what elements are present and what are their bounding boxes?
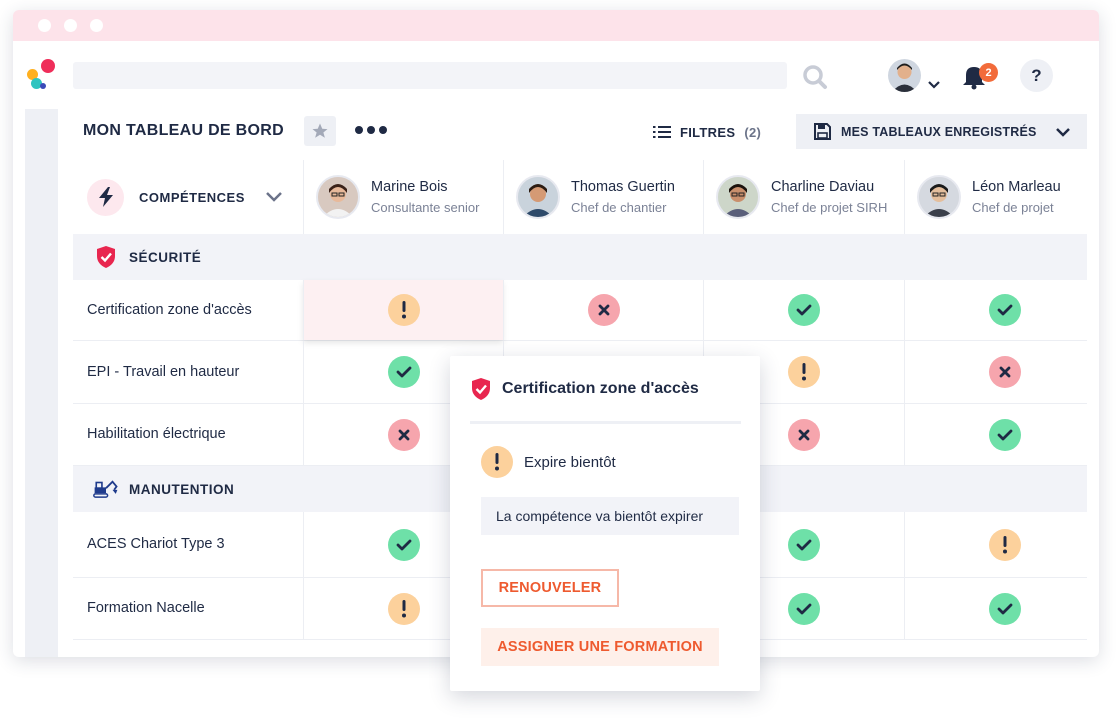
person-name: Thomas Guertin <box>571 179 675 195</box>
warning-icon <box>387 592 420 625</box>
person-column-header[interactable]: Charline Daviau Chef de projet SIRH <box>703 160 903 234</box>
skill-cell[interactable] <box>904 578 1099 639</box>
section-label: MANUTENTION <box>129 481 235 497</box>
bolt-icon <box>87 178 124 216</box>
check-icon <box>787 528 820 561</box>
warning-icon <box>988 528 1021 561</box>
skill-detail-popover: Certification zone d'accès Expire bientô… <box>450 356 760 691</box>
skill-name[interactable]: Formation Nacelle <box>87 600 205 616</box>
search-icon[interactable] <box>801 63 829 91</box>
check-icon <box>787 294 820 326</box>
section-label: SÉCURITÉ <box>129 249 202 265</box>
popover-header: Certification zone d'accès <box>470 356 741 424</box>
title-bar <box>13 10 1099 41</box>
skill-cell[interactable] <box>303 280 503 340</box>
renew-button[interactable]: RENOUVELER <box>481 569 619 607</box>
popover-status: Expire bientôt <box>481 446 616 478</box>
warning-icon <box>787 356 820 388</box>
person-name: Léon Marleau <box>972 179 1061 195</box>
assign-training-button[interactable]: ASSIGNER UNE FORMATION <box>481 628 719 666</box>
skills-matrix: COMPÉTENCES Marine Bois Consultante senio… <box>73 160 1087 640</box>
skill-name[interactable]: ACES Chariot Type 3 <box>87 536 225 552</box>
person-role: Chef de chantier <box>571 200 667 215</box>
cross-icon <box>988 356 1021 388</box>
warning-icon <box>481 446 513 478</box>
person-column-header[interactable]: Léon Marleau Chef de projet <box>904 160 1099 234</box>
person-column-header[interactable]: Thomas Guertin Chef de chantier <box>503 160 703 234</box>
left-sidebar <box>25 109 58 657</box>
cross-icon <box>787 418 820 451</box>
cross-icon <box>587 294 620 326</box>
section-header[interactable]: SÉCURITÉ <box>73 234 1087 280</box>
skills-column-header[interactable]: COMPÉTENCES <box>73 160 303 234</box>
filters-label: FILTRES <box>680 124 736 140</box>
check-icon <box>988 294 1021 326</box>
check-icon <box>988 418 1021 451</box>
skill-name[interactable]: Habilitation électrique <box>87 426 226 442</box>
filters-count: (2) <box>744 124 762 140</box>
skill-cell[interactable] <box>904 341 1099 403</box>
avatar <box>516 175 560 219</box>
chevron-down-icon[interactable] <box>265 191 283 202</box>
top-bar: 2 ? <box>13 41 1099 109</box>
avatar <box>316 175 360 219</box>
person-role: Chef de projet SIRH <box>771 200 888 215</box>
person-role: Chef de projet <box>972 200 1054 215</box>
check-icon <box>387 356 420 388</box>
check-icon <box>988 592 1021 625</box>
more-options-button[interactable] <box>355 119 387 141</box>
skill-cell[interactable] <box>703 280 903 340</box>
chevron-down-icon <box>1056 127 1070 137</box>
popover-description: La compétence va bientôt expirer <box>481 497 739 535</box>
window-maximize-dot[interactable] <box>90 19 103 32</box>
filters-button[interactable]: FILTRES (2) <box>653 121 761 143</box>
avatar <box>917 175 961 219</box>
search-input[interactable] <box>73 62 787 89</box>
dashboard-toolbar: MON TABLEAU DE BORD FILTRES (2) MES TABL… <box>73 109 1087 153</box>
window-close-dot[interactable] <box>38 19 51 32</box>
favorite-button[interactable] <box>304 116 336 146</box>
popover-status-label: Expire bientôt <box>524 453 616 471</box>
person-column-header[interactable]: Marine Bois Consultante senior <box>303 160 503 234</box>
window-minimize-dot[interactable] <box>64 19 77 32</box>
app-logo[interactable] <box>27 59 57 91</box>
warning-icon <box>387 294 420 326</box>
skill-cell[interactable] <box>904 280 1099 340</box>
page-title: MON TABLEAU DE BORD <box>83 122 284 139</box>
star-icon <box>312 123 328 138</box>
help-button[interactable]: ? <box>1020 59 1053 92</box>
person-role: Consultante senior <box>371 200 480 215</box>
avatar <box>716 175 760 219</box>
skills-header-label: COMPÉTENCES <box>139 189 245 205</box>
person-name: Marine Bois <box>371 179 448 195</box>
saved-dashboards-dropdown[interactable]: MES TABLEAUX ENREGISTRÉS <box>796 114 1087 149</box>
skill-name[interactable]: EPI - Travail en hauteur <box>87 364 239 380</box>
shield-check-icon <box>93 244 119 270</box>
skill-name[interactable]: Certification zone d'accès <box>87 302 252 318</box>
saved-dashboards-label: MES TABLEAUX ENREGISTRÉS <box>841 124 1037 139</box>
skill-row: Certification zone d'accès <box>73 280 1087 341</box>
shield-check-icon <box>472 377 490 400</box>
notification-badge: 2 <box>979 63 998 82</box>
cross-icon <box>387 418 420 451</box>
user-avatar[interactable] <box>888 59 921 92</box>
skill-cell[interactable] <box>904 404 1099 465</box>
person-name: Charline Daviau <box>771 179 875 195</box>
check-icon <box>387 528 420 561</box>
skill-cell[interactable] <box>904 512 1099 577</box>
skill-cell[interactable] <box>503 280 703 340</box>
popover-title: Certification zone d'accès <box>502 379 699 397</box>
chevron-down-icon[interactable] <box>927 77 941 89</box>
matrix-header-row: COMPÉTENCES Marine Bois Consultante senio… <box>73 160 1087 234</box>
floppy-disk-icon <box>814 123 831 140</box>
list-icon <box>653 126 671 138</box>
excavator-icon <box>93 476 119 502</box>
check-icon <box>787 592 820 625</box>
